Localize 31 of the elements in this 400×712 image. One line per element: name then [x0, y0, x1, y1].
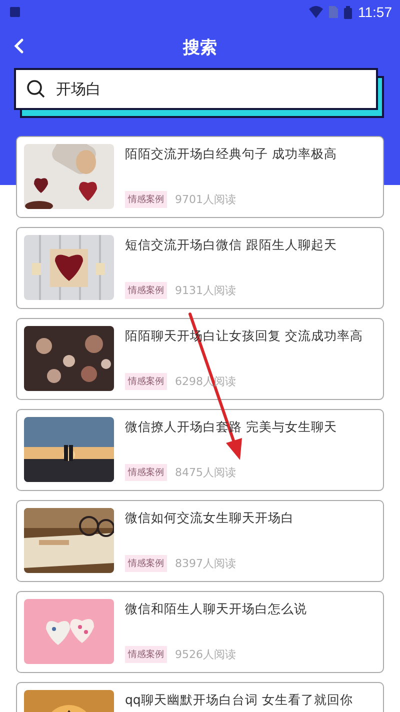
article-title: 短信交流开场白微信 跟陌生人聊起天 [125, 237, 338, 254]
notification-icon [10, 7, 20, 17]
article-title: 微信如何交流女生聊天开场白 [125, 510, 295, 526]
category-tag: 情感案例 [125, 373, 167, 390]
search-field[interactable]: 开场白 [14, 68, 378, 110]
read-count: 9701人阅读 [175, 192, 236, 207]
search-icon [26, 79, 46, 99]
article-title: 微信撩人开场白套路 完美与女生聊天 [125, 419, 338, 436]
article-card[interactable]: 微信撩人开场白套路 完美与女生聊天 情感案例 8475人阅读 [16, 409, 384, 491]
article-title: qq聊天幽默开场白台词 女生看了就回你 [125, 692, 354, 708]
category-tag: 情感案例 [125, 191, 167, 208]
read-count: 8397人阅读 [175, 556, 236, 571]
category-tag: 情感案例 [125, 555, 167, 572]
article-card[interactable]: 微信如何交流女生聊天开场白 情感案例 8397人阅读 [16, 500, 384, 582]
article-card[interactable]: 陌陌交流开场白经典句子 成功率极高 情感案例 9701人阅读 [16, 136, 384, 218]
read-count: 9131人阅读 [175, 283, 236, 298]
category-tag: 情感案例 [125, 282, 167, 299]
category-tag: 情感案例 [125, 464, 167, 481]
status-time: 11:57 [358, 4, 392, 20]
article-card[interactable]: 微信和陌生人聊天开场白怎么说 情感案例 9526人阅读 [16, 591, 384, 673]
page-title: 搜索 [183, 36, 217, 58]
read-count: 8475人阅读 [175, 465, 236, 480]
no-sim-icon [329, 6, 338, 18]
article-title: 陌陌交流开场白经典句子 成功率极高 [125, 146, 338, 162]
read-count: 9526人阅读 [175, 647, 236, 662]
article-card[interactable]: 短信交流开场白微信 跟陌生人聊起天 情感案例 9131人阅读 [16, 227, 384, 309]
wifi-icon [309, 6, 323, 18]
category-tag: 情感案例 [125, 646, 167, 663]
battery-icon [344, 6, 352, 18]
article-card[interactable]: qq聊天幽默开场白台词 女生看了就回你 [16, 682, 384, 712]
article-title: 微信和陌生人聊天开场白怎么说 [125, 601, 308, 618]
